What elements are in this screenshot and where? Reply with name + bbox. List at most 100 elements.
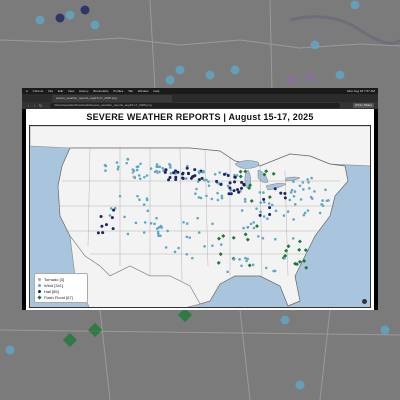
flood-marker xyxy=(304,265,309,270)
wind-marker xyxy=(232,258,236,261)
wind-marker xyxy=(136,194,139,198)
wind-marker xyxy=(289,191,293,194)
wind-marker xyxy=(264,266,268,270)
hail-marker xyxy=(273,187,277,191)
wind-marker xyxy=(218,171,222,174)
hail-marker xyxy=(237,190,241,194)
wind-marker xyxy=(220,196,224,200)
hail-marker xyxy=(112,208,116,212)
hail-marker xyxy=(200,176,204,180)
wind-marker xyxy=(251,263,255,267)
hail-marker xyxy=(99,214,103,218)
reload-icon[interactable]: ↻ xyxy=(38,103,43,108)
wind-marker xyxy=(177,246,180,250)
active-tab[interactable]: severe_weather_reports_aug15-17_2025.png xyxy=(52,95,172,102)
wind-marker xyxy=(290,188,294,192)
wind-marker xyxy=(306,178,309,181)
wind-marker xyxy=(299,198,303,201)
hail-marker xyxy=(233,175,237,179)
wind-marker xyxy=(273,237,277,241)
wind-marker xyxy=(259,201,263,204)
background-marker xyxy=(350,0,360,10)
wind-marker xyxy=(246,225,250,229)
hail-marker xyxy=(283,196,287,200)
background-marker xyxy=(280,315,290,325)
background-marker xyxy=(87,322,103,338)
hail-marker xyxy=(236,188,240,192)
wind-marker xyxy=(156,232,160,235)
wind-marker xyxy=(185,252,189,256)
wind-marker xyxy=(274,209,278,213)
wind-marker xyxy=(211,222,214,226)
wind-marker xyxy=(185,177,188,180)
wind-marker xyxy=(118,194,122,198)
hail-marker xyxy=(176,170,180,174)
wind-marker xyxy=(262,200,266,204)
us-map: Tornado [3] Wind [341] Hail [85] Flash F… xyxy=(29,125,371,308)
share-button[interactable]: Print / Share xyxy=(353,103,374,108)
wind-marker xyxy=(173,250,177,254)
wind-marker xyxy=(136,165,140,168)
hail-marker xyxy=(239,186,243,190)
wind-marker xyxy=(243,200,247,203)
wind-marker xyxy=(282,214,286,217)
wind-marker xyxy=(240,209,244,212)
wind-marker xyxy=(262,191,265,194)
wind-marker xyxy=(292,180,295,183)
hail-marker xyxy=(258,213,262,217)
browser-window: ● Chrome File Edit View History Bookmark… xyxy=(22,88,378,310)
background-marker xyxy=(90,20,100,30)
background-marker xyxy=(335,70,345,80)
wind-marker xyxy=(210,197,214,201)
wind-marker xyxy=(302,188,305,191)
background-marker xyxy=(165,75,175,85)
hail-marker xyxy=(233,180,237,184)
hail-marker xyxy=(181,171,185,175)
wind-marker xyxy=(182,220,185,224)
wind-marker xyxy=(169,166,172,169)
background-marker xyxy=(310,40,320,50)
wind-marker xyxy=(257,235,260,238)
background-marker xyxy=(177,307,193,323)
hail-marker xyxy=(186,172,190,176)
address-bar[interactable]: /Users/weather/Downloads/severe_weather_… xyxy=(50,103,340,108)
wind-marker xyxy=(197,171,201,175)
wind-marker xyxy=(309,195,313,199)
wind-marker xyxy=(220,194,224,198)
zoom-control-icon[interactable] xyxy=(362,299,367,304)
wind-marker xyxy=(153,222,156,226)
hail-marker xyxy=(100,224,104,228)
wind-marker xyxy=(240,264,243,268)
wind-marker xyxy=(153,170,157,174)
wind-marker xyxy=(286,210,290,213)
wind-marker xyxy=(258,191,262,194)
wind-marker xyxy=(205,178,208,182)
hail-marker xyxy=(268,206,272,210)
wind-marker xyxy=(185,222,189,225)
hail-marker xyxy=(222,172,226,176)
wind-marker xyxy=(138,177,142,181)
wind-marker xyxy=(104,169,107,172)
background-marker xyxy=(295,380,305,390)
hail-marker xyxy=(232,189,236,193)
wind-marker xyxy=(207,184,211,187)
back-arrow-icon[interactable]: ‹ xyxy=(26,103,31,108)
hail-marker xyxy=(227,192,231,196)
forward-arrow-icon[interactable]: › xyxy=(32,103,37,108)
wind-marker xyxy=(104,164,108,168)
hail-marker xyxy=(268,212,272,216)
wind-marker xyxy=(302,213,306,217)
wind-marker xyxy=(142,231,146,234)
hail-marker xyxy=(172,171,176,175)
wind-marker xyxy=(242,226,245,230)
hail-marker xyxy=(111,227,115,231)
legend-label: Tornado [3] xyxy=(44,276,65,282)
wind-marker xyxy=(194,192,197,195)
wind-marker xyxy=(310,176,313,180)
wind-marker xyxy=(298,184,302,188)
flood-swatch xyxy=(37,294,42,300)
wind-marker xyxy=(115,161,119,164)
wind-marker xyxy=(109,207,113,210)
wind-marker xyxy=(219,243,223,246)
wind-marker xyxy=(190,256,194,260)
